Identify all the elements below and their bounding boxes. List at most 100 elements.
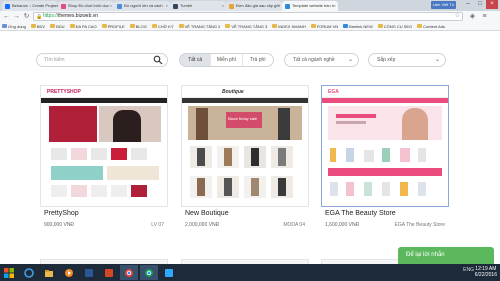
taskbar-app-icon[interactable]: [160, 265, 178, 280]
folder-icon: [225, 24, 231, 28]
theme-price: 1,600,000 VNĐ: [325, 222, 360, 228]
taskbar-chrome-icon[interactable]: [140, 265, 158, 280]
taskbar-explorer-icon[interactable]: [40, 265, 58, 280]
lock-icon: 🔒: [36, 14, 43, 20]
folder-icon: [50, 24, 56, 28]
filter-all[interactable]: Tất cả: [180, 54, 212, 66]
theme-preview[interactable]: PRETTYSHOP: [40, 85, 168, 207]
tab-shop[interactable]: Shop Đồ chơi bình dục ×: [58, 1, 114, 11]
extension-icon[interactable]: ◈: [468, 12, 477, 21]
ega-logo: EGA: [328, 89, 339, 95]
search-input[interactable]: Tìm kiếm: [36, 53, 168, 67]
bookmark-item[interactable]: BDV: [30, 22, 45, 30]
close-window-icon[interactable]: ×: [486, 0, 498, 9]
tab-don-dao-gia[interactable]: Đơn đảo giá sau xây gửi ×: [226, 1, 282, 11]
taskbar-media-icon[interactable]: [60, 265, 78, 280]
filter-free[interactable]: Miễn phí: [211, 54, 243, 66]
bookmark-item[interactable]: ĐA PA CAO: [69, 22, 97, 30]
bizweb-icon: [285, 4, 290, 9]
category-dropdown[interactable]: Tất cả ngành nghề ⌄: [284, 53, 359, 67]
theme-name[interactable]: EGA The Beauty Store: [325, 210, 396, 217]
tab-do-nguoi-lon[interactable]: Đồ người lớn và cách ×: [114, 1, 170, 11]
bookmark-apps[interactable]: Ứng dụng: [2, 22, 26, 30]
close-tab-icon[interactable]: ×: [54, 1, 56, 11]
browser-toolbar: ← → ↻ 🔒 https://themes.bizweb.vn ☆ ◈ ≡: [0, 11, 500, 22]
close-tab-icon[interactable]: ×: [278, 1, 280, 11]
window-controls: – □ ×: [462, 0, 498, 9]
bookmark-item[interactable]: Beelink NEW: [343, 22, 373, 30]
folder-icon: [129, 24, 135, 28]
theme-shop: LV 07: [151, 222, 164, 228]
theme-price: 2,000,000 VNĐ: [185, 222, 220, 228]
profile-badge[interactable]: Lâm Viết Tú: [430, 1, 456, 9]
folder-icon: [417, 24, 423, 28]
page-content: Tìm kiếm Tất cả Miễn phí Trả phí Tất cả …: [0, 31, 500, 264]
prettyshop-logo: PRETTYSHOP: [47, 89, 81, 95]
folder-icon: [310, 24, 316, 28]
minimize-icon[interactable]: –: [462, 0, 474, 9]
hero-product-image: [49, 106, 97, 142]
behance-icon: [5, 4, 10, 9]
folder-icon: [101, 24, 107, 28]
bookmark-item[interactable]: VẼ TRANG TĂNG 2: [178, 22, 220, 30]
back-icon[interactable]: ←: [2, 12, 11, 21]
tab-template-website[interactable]: Template website bán h ×: [282, 1, 338, 11]
tab-behance[interactable]: Behance :: Create Project ×: [2, 1, 58, 11]
theme-price: 900,000 VNĐ: [44, 222, 75, 228]
close-tab-icon[interactable]: ×: [334, 1, 336, 11]
bookmark-star-icon[interactable]: ☆: [455, 13, 460, 20]
bookmark-item[interactable]: VẼ TRANG TĂNG 3: [225, 22, 267, 30]
browser-tab-strip: Behance :: Create Project × Shop Đồ chơi …: [0, 0, 500, 11]
theme-preview[interactable]: EGA: [321, 85, 449, 207]
tumblr-icon: [173, 4, 178, 9]
bookmark-item[interactable]: Content Ads: [417, 22, 445, 30]
taskbar-clock[interactable]: 12:19 AM 6/22/2016: [475, 266, 497, 278]
reload-icon[interactable]: ↻: [22, 12, 31, 21]
theme-name[interactable]: New Boutique: [185, 210, 229, 217]
site-icon: [229, 4, 234, 9]
bookmark-item[interactable]: BDU: [50, 22, 65, 30]
theme-shop: MODA 04: [283, 222, 305, 228]
taskbar-ie-icon[interactable]: [20, 265, 38, 280]
leave-message-button[interactable]: Để lại lời nhắn: [398, 247, 494, 264]
url-text: https://themes.bizweb.vn: [43, 13, 99, 19]
folder-icon: [69, 24, 75, 28]
sort-dropdown[interactable]: Sắp xếp ⌄: [368, 53, 446, 67]
chevron-down-icon: ⌄: [347, 57, 353, 63]
close-tab-icon[interactable]: ×: [222, 1, 224, 11]
boutique-logo: Boutique: [222, 89, 244, 95]
menu-icon[interactable]: ≡: [480, 12, 489, 21]
search-icon[interactable]: [153, 55, 163, 65]
bookmark-item[interactable]: FORUM VN: [310, 22, 338, 30]
taskbar-chrome-icon[interactable]: [120, 265, 138, 280]
close-tab-icon[interactable]: ×: [166, 1, 168, 11]
forward-icon[interactable]: →: [12, 12, 21, 21]
close-tab-icon[interactable]: ×: [110, 1, 112, 11]
bookmark-item[interactable]: CHỮ KÝ: [151, 22, 174, 30]
bookmark-item[interactable]: INDEX NHANH: [272, 22, 306, 30]
chevron-down-icon: ⌄: [434, 57, 440, 63]
site-icon: [343, 24, 349, 28]
folder-icon: [377, 24, 383, 28]
site-icon: [61, 4, 66, 9]
windows-start-button[interactable]: [0, 264, 18, 281]
tab-tumblr[interactable]: Tumblr ×: [170, 1, 226, 11]
theme-preview[interactable]: Boutique Black friday sale: [181, 85, 309, 207]
theme-name[interactable]: PrettyShop: [44, 210, 79, 217]
bookmark-item[interactable]: CÔNG CỤ SEO: [377, 22, 412, 30]
site-icon: [117, 4, 122, 9]
filter-paid[interactable]: Trả phí: [243, 54, 273, 66]
taskbar: ENG 12:19 AM 6/22/2016: [0, 264, 500, 281]
theme-card-new-boutique[interactable]: Boutique Black friday sale New Boutique …: [181, 85, 309, 242]
banner-text: Black friday sale: [228, 116, 258, 121]
theme-card-prettyshop[interactable]: PRETTYSHOP PrettyShop 900,000 VNĐ LV 07: [40, 85, 168, 242]
bookmark-item[interactable]: BLOG: [129, 22, 147, 30]
maximize-icon[interactable]: □: [474, 0, 486, 9]
address-bar[interactable]: 🔒 https://themes.bizweb.vn ☆: [33, 12, 463, 21]
language-indicator[interactable]: ENG: [463, 267, 474, 273]
taskbar-app-icon[interactable]: [80, 265, 98, 280]
bookmarks-bar: Ứng dụng BDV BDU ĐA PA CAO PROFILE BLOG …: [0, 22, 500, 31]
theme-card-ega-beauty-store[interactable]: EGA EGA The Beauty Store 1,600,000 VNĐ E…: [321, 85, 449, 242]
taskbar-app-icon[interactable]: [100, 265, 118, 280]
bookmark-item[interactable]: PROFILE: [101, 22, 125, 30]
